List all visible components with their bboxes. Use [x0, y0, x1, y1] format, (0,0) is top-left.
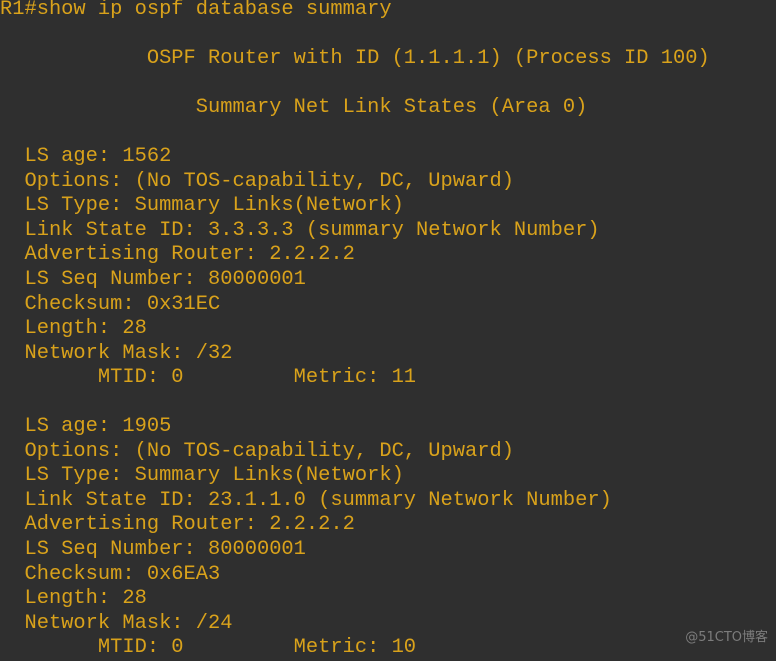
watermark: @51CTO博客 [685, 630, 768, 646]
advertising-router: Advertising Router: 2.2.2.2 [0, 513, 355, 537]
advertising-router: Advertising Router: 2.2.2.2 [0, 243, 355, 267]
length: Length: 28 [0, 587, 147, 611]
link-state-id: Link State ID: 23.1.1.0 (summary Network… [0, 488, 612, 512]
ls-seq-number: LS Seq Number: 80000001 [0, 538, 306, 561]
options: Options: (No TOS-capability, DC, Upward) [0, 169, 514, 193]
checksum: Checksum: 0x6EA3 [0, 562, 221, 586]
link-state-id: Link State ID: 3.3.3.3 (summary Network … [0, 218, 600, 242]
terminal-output: R1#show ip ospf database summary OSPF Ro… [0, 0, 776, 661]
checksum: Checksum: 0x31EC [0, 292, 221, 316]
network-mask: Network Mask: /24 [0, 611, 233, 635]
mtid-metric: MTID: 0 Metric: 11 [0, 366, 417, 390]
length: Length: 28 [0, 317, 147, 341]
ls-type: LS Type: Summary Links(Network) [0, 194, 404, 218]
network-mask: Network Mask: /32 [0, 341, 233, 365]
ls-age: LS age: 1905 [0, 415, 172, 438]
ls-age: LS age: 1562 [0, 145, 172, 168]
ls-seq-number: LS Seq Number: 80000001 [0, 268, 306, 291]
area-header: Summary Net Link States (Area 0) [0, 96, 588, 119]
router-header: OSPF Router with ID (1.1.1.1) (Process I… [0, 47, 710, 70]
mtid-metric: MTID: 0 Metric: 10 [0, 636, 417, 660]
command-line: R1#show ip ospf database summary [0, 0, 392, 21]
ls-type: LS Type: Summary Links(Network) [0, 464, 404, 488]
options: Options: (No TOS-capability, DC, Upward) [0, 439, 514, 463]
